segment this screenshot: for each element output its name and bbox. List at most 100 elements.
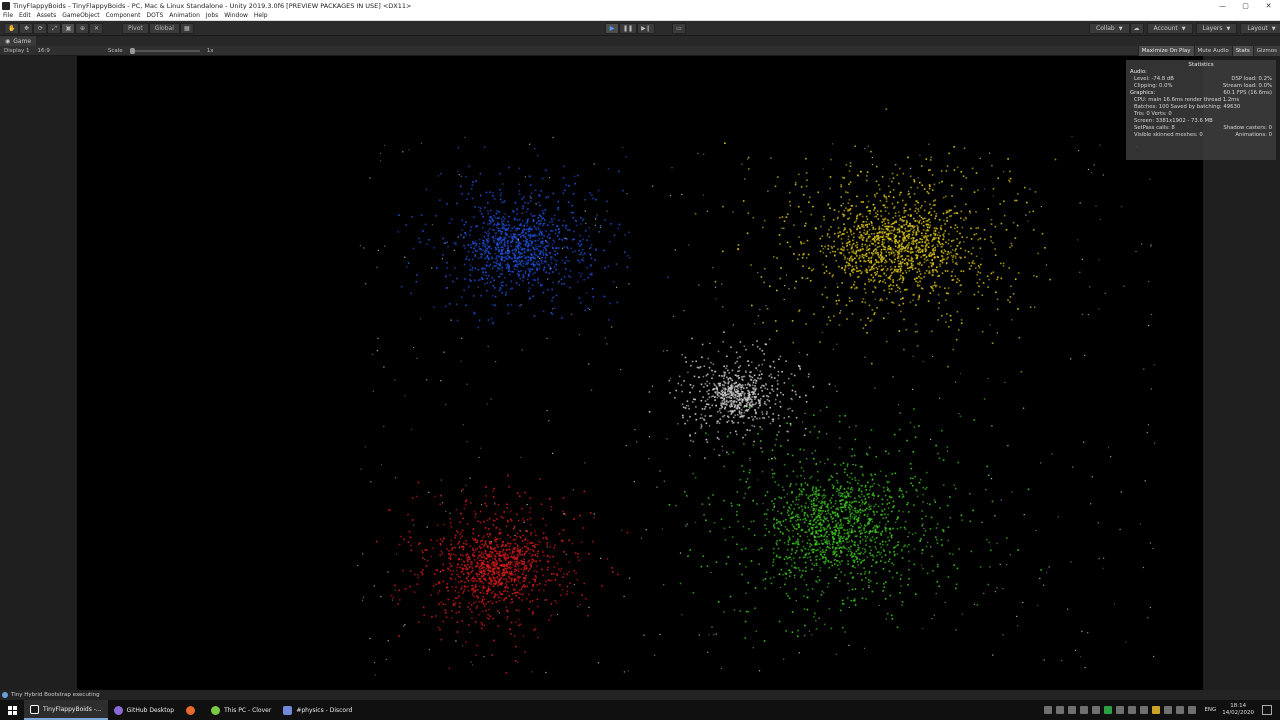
menu-component[interactable]: Component <box>103 11 144 21</box>
tray-icon[interactable] <box>1092 706 1101 714</box>
volume-icon[interactable] <box>1176 706 1185 714</box>
pause-icon: ❚❚ <box>623 25 634 32</box>
taskbar-firefox[interactable] <box>180 700 205 720</box>
play-icon: ▶ <box>609 25 615 32</box>
status-message[interactable]: Tiny Hybrid Bootstrap executing <box>11 692 100 698</box>
custom-tool-button[interactable]: ✕ <box>89 23 104 34</box>
tray-icon[interactable] <box>1080 706 1089 714</box>
stats-skinned: Visible skinned meshes: 0 <box>1134 132 1203 138</box>
collab-dropdown[interactable]: Collab ▼ <box>1089 23 1130 34</box>
step-button[interactable]: ▶❙ <box>637 23 655 34</box>
menu-jobs[interactable]: Jobs <box>203 11 221 21</box>
pause-button[interactable]: ❚❚ <box>619 23 638 34</box>
scale-slider-handle[interactable] <box>129 47 135 54</box>
stats-row: SetPass calls: 8 Shadow casters: 0 <box>1130 125 1272 132</box>
tray-icon[interactable] <box>1116 706 1125 714</box>
menu-window[interactable]: Window <box>221 11 251 21</box>
taskbar-discord-label: #physics - Discord <box>296 706 353 714</box>
stats-screen: Screen: 3381x1902 - 73.6 MB <box>1134 118 1213 124</box>
scale-tool-button[interactable]: ⤢ <box>47 23 62 34</box>
tray-icon[interactable] <box>1152 706 1161 714</box>
green-boid-cluster <box>668 384 1042 642</box>
system-tray: ENG 18:14 14/02/2020 <box>1042 700 1280 720</box>
menu-help[interactable]: Help <box>251 11 271 21</box>
layout-dropdown[interactable]: Layout ▼ <box>1240 23 1280 34</box>
display-dropdown[interactable]: Display 1 <box>0 48 34 54</box>
transform-tools: ✋ ✥ ⟳ ⤢ ▣ ⊕ ✕ <box>4 23 104 34</box>
unity-icon <box>2 1 10 10</box>
snap-button[interactable]: ▦ <box>179 23 194 34</box>
transform-icon: ⊕ <box>79 25 85 32</box>
tray-icon[interactable] <box>1044 706 1053 714</box>
global-toggle[interactable]: Global <box>148 23 180 34</box>
minimize-button[interactable]: — <box>1211 0 1234 11</box>
tray-icon[interactable] <box>1056 706 1065 714</box>
firefox-icon <box>186 705 196 715</box>
taskbar-github[interactable]: GitHub Desktop <box>108 700 180 720</box>
tray-icon[interactable] <box>1164 706 1173 714</box>
rotate-tool-button[interactable]: ⟳ <box>33 23 48 34</box>
network-icon[interactable] <box>1188 706 1197 714</box>
stats-dsp-load: DSP load: 0.2% <box>1231 76 1272 82</box>
window-controls: — ▢ ✕ <box>1211 0 1280 11</box>
chevron-down-icon: ▼ <box>1226 25 1231 32</box>
mute-audio-toggle[interactable]: Mute Audio <box>1193 46 1232 56</box>
start-button[interactable] <box>0 700 24 720</box>
pivot-toggle[interactable]: Pivot <box>122 23 149 34</box>
rect-icon: ▣ <box>65 25 72 32</box>
collab-label: Collab <box>1096 25 1115 32</box>
aspect-dropdown[interactable]: 16:9 <box>34 48 54 54</box>
layout-label: Layout <box>1247 25 1268 32</box>
menu-animation[interactable]: Animation <box>166 11 203 21</box>
tab-game-label: Game <box>13 37 32 45</box>
maximize-on-play-toggle[interactable]: Maximize On Play <box>1137 46 1194 56</box>
menu-file[interactable]: File <box>0 11 16 21</box>
tray-icon[interactable] <box>1140 706 1149 714</box>
clock[interactable]: 18:14 14/02/2020 <box>1222 703 1254 717</box>
notification-icon[interactable] <box>1262 705 1272 715</box>
menu-edit[interactable]: Edit <box>16 11 34 21</box>
cloud-button[interactable]: ☁ <box>1129 23 1144 34</box>
stats-row: Graphics: 60.1 FPS (16.6ms) <box>1130 90 1272 97</box>
sparkle-particles <box>357 136 1156 676</box>
menu-dots[interactable]: DOTS <box>143 11 166 21</box>
maximize-button[interactable]: ▢ <box>1234 0 1257 11</box>
account-dropdown[interactable]: Account ▼ <box>1146 23 1193 34</box>
transform-tool-button[interactable]: ⊕ <box>75 23 90 34</box>
unity-icon <box>30 704 39 714</box>
menu-assets[interactable]: Assets <box>34 11 60 21</box>
tray-icon[interactable] <box>1128 706 1137 714</box>
cloud-icon: ☁ <box>1133 25 1140 32</box>
hand-icon: ✋ <box>8 25 16 32</box>
tray-icon[interactable] <box>1068 706 1077 714</box>
game-view-options: Display 1 16:9 Scale 1x Maximize On Play… <box>0 46 1280 56</box>
account-group: Collab ▼ ☁ Account ▼ Layers ▼ Layout ▼ <box>1086 23 1280 34</box>
tab-game[interactable]: ◉ Game <box>0 36 37 46</box>
layers-dropdown[interactable]: Layers ▼ <box>1195 23 1238 34</box>
stats-toggle[interactable]: Stats <box>1231 46 1253 56</box>
tray-icon[interactable] <box>1104 706 1113 714</box>
play-button[interactable]: ▶ <box>605 23 619 34</box>
move-tool-button[interactable]: ✥ <box>19 23 34 34</box>
taskbar-discord[interactable]: #physics - Discord <box>277 700 358 720</box>
game-viewport[interactable] <box>77 56 1203 690</box>
language-indicator[interactable]: ENG <box>1204 707 1216 713</box>
rect-tool-button[interactable]: ▣ <box>61 23 76 34</box>
rotate-icon: ⟳ <box>37 25 43 32</box>
taskbar-unity[interactable]: TinyFlappyBoids -... <box>24 700 108 720</box>
hand-tool-button[interactable]: ✋ <box>4 23 20 34</box>
blue-boid-cluster <box>397 146 669 329</box>
stats-batches: Batches: 100 Saved by batching: 49630 <box>1134 104 1241 110</box>
taskbar-github-label: GitHub Desktop <box>126 706 175 714</box>
gizmos-dropdown[interactable]: Gizmos <box>1252 46 1280 56</box>
chevron-down-icon: ▼ <box>1118 25 1123 32</box>
stats-level: Level: -74.8 dB <box>1134 76 1174 82</box>
white-boid-cluster <box>648 331 831 460</box>
grid-icon: ▦ <box>184 25 190 32</box>
menu-gameobject[interactable]: GameObject <box>59 11 102 21</box>
close-button[interactable]: ✕ <box>1257 0 1280 11</box>
taskbar-explorer[interactable]: This PC - Clover <box>205 700 277 720</box>
scale-slider[interactable] <box>129 47 200 54</box>
window-title: TinyFlappyBoids - TinyFlappyBoids - PC, … <box>13 1 412 10</box>
layout-picker-button[interactable]: ▭ <box>672 23 686 34</box>
